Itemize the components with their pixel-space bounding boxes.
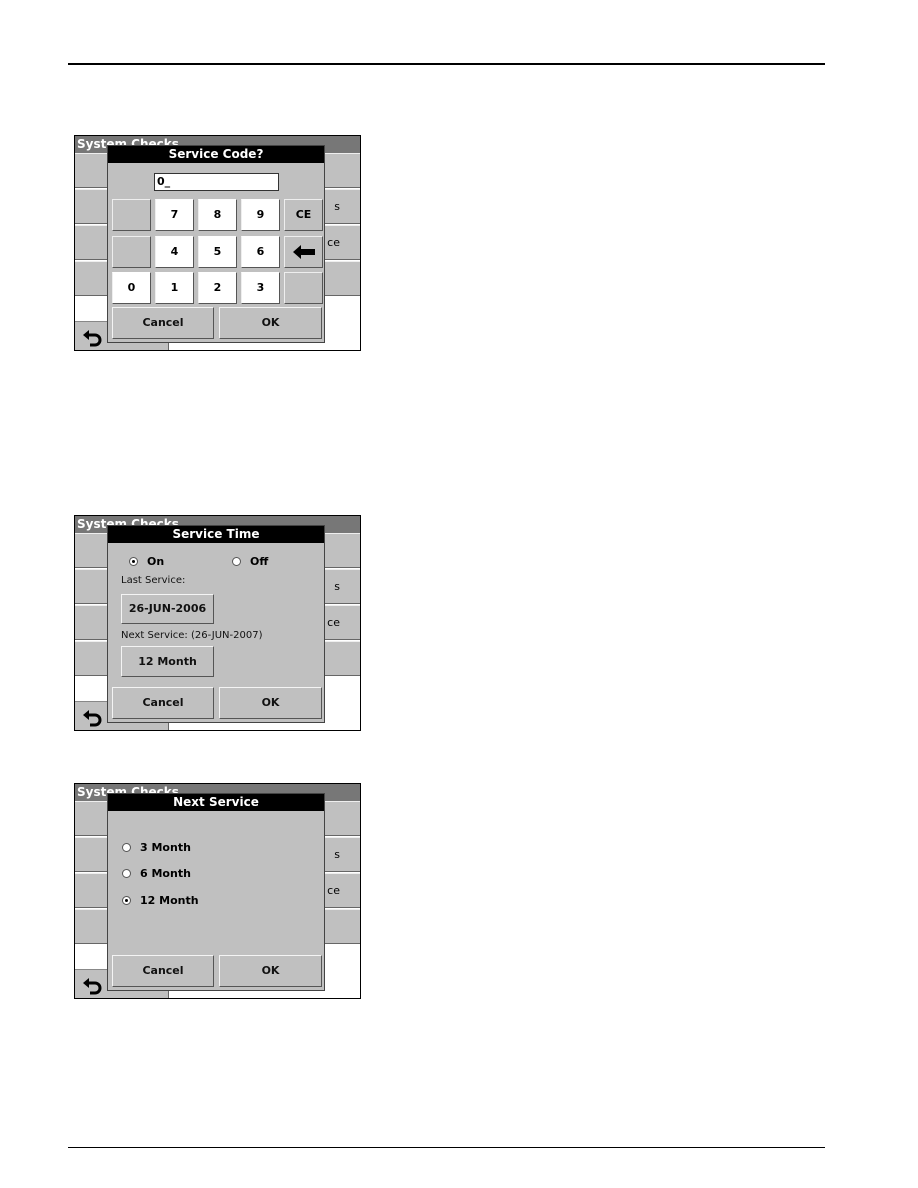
radio-on[interactable]: On [129,555,164,568]
key-2[interactable]: 2 [198,272,237,304]
radio-3-month[interactable]: 3 Month [122,841,191,854]
service-code-input[interactable]: 0_ [154,173,279,191]
service-code-screen: System Checks s ce Service Code? 0_ 7 8 … [74,135,361,351]
blank-key [284,272,323,304]
radio-label: 12 Month [140,894,199,907]
service-time-screen: System Checks s ce Service Time On Off L… [74,515,361,731]
next-service-dialog: Next Service 3 Month 6 Month 12 Month Ca… [107,793,325,991]
ok-button[interactable]: OK [219,307,322,339]
last-service-label: Last Service: [121,575,186,586]
header-rule [68,63,825,65]
ok-button[interactable]: OK [219,687,322,719]
key-9[interactable]: 9 [241,199,280,231]
backspace-key[interactable] [284,236,323,268]
radio-label: Off [250,555,269,568]
left-arrow-icon [292,245,315,259]
footer-rule [68,1147,825,1148]
cancel-button[interactable]: Cancel [112,955,214,987]
radio-unselected-icon [122,869,131,878]
dialog-title: Service Time [108,526,324,543]
blank-key [112,199,151,231]
key-3[interactable]: 3 [241,272,280,304]
last-service-button[interactable]: 26-JUN-2006 [121,594,214,624]
radio-label: On [147,555,165,568]
key-8[interactable]: 8 [198,199,237,231]
ok-button[interactable]: OK [219,955,322,987]
key-1[interactable]: 1 [155,272,194,304]
radio-6-month[interactable]: 6 Month [122,867,191,880]
back-arrow-icon [83,710,102,727]
next-service-label: Next Service: (26-JUN-2007) [121,630,263,641]
back-arrow-icon [83,978,102,995]
service-time-dialog: Service Time On Off Last Service: 26-JUN… [107,525,325,723]
cancel-button[interactable]: Cancel [112,307,214,339]
blank-key [112,236,151,268]
radio-unselected-icon [232,557,241,566]
radio-unselected-icon [122,843,131,852]
dialog-title: Next Service [108,794,324,811]
clear-entry-key[interactable]: CE [284,199,323,231]
dialog-title: Service Code? [108,146,324,163]
cancel-button[interactable]: Cancel [112,687,214,719]
radio-label: 6 Month [140,867,191,880]
next-service-screen: System Checks s ce Next Service 3 Month … [74,783,361,999]
next-service-button[interactable]: 12 Month [121,646,214,677]
service-code-dialog: Service Code? 0_ 7 8 9 CE 4 5 6 0 1 2 3 … [107,145,325,343]
key-5[interactable]: 5 [198,236,237,268]
radio-12-month[interactable]: 12 Month [122,894,199,907]
radio-label: 3 Month [140,841,191,854]
document-page: System Checks s ce Service Code? 0_ 7 8 … [0,0,918,1188]
key-4[interactable]: 4 [155,236,194,268]
radio-selected-icon [122,896,131,905]
back-arrow-icon [83,330,102,347]
radio-selected-icon [129,557,138,566]
key-0[interactable]: 0 [112,272,151,304]
key-7[interactable]: 7 [155,199,194,231]
radio-off[interactable]: Off [232,555,268,568]
key-6[interactable]: 6 [241,236,280,268]
